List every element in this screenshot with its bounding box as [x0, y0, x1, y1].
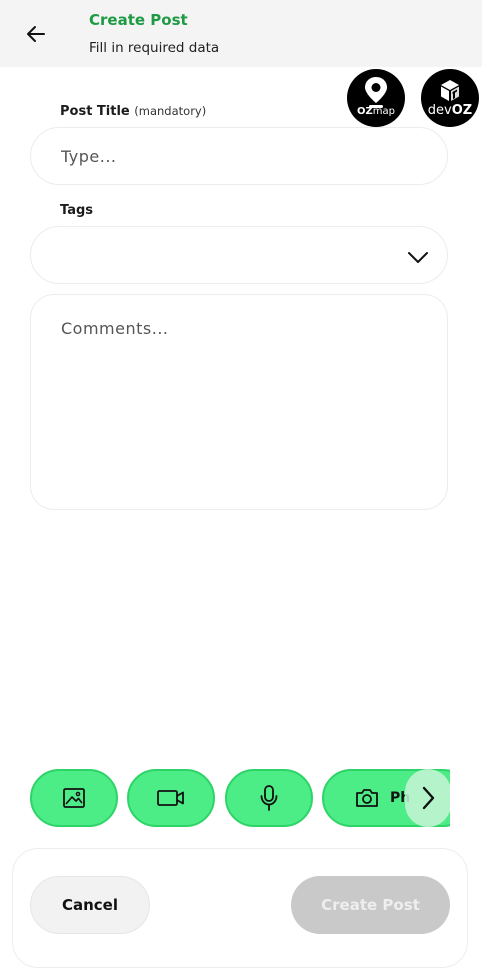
- devoz-badge-text: devOZ: [427, 103, 473, 118]
- post-title-label: Post Title (mandatory): [60, 104, 207, 119]
- scroll-right-button[interactable]: [405, 769, 450, 827]
- microphone-icon: [260, 785, 278, 811]
- image-icon: [63, 788, 85, 808]
- page-subtitle: Fill in required data: [89, 40, 220, 56]
- ozmap-badge[interactable]: OZmap: [347, 69, 405, 127]
- box-icon: [441, 80, 459, 101]
- tags-label: Tags: [60, 203, 94, 218]
- page-title: Create Post: [89, 11, 188, 29]
- tags-dropdown[interactable]: [30, 226, 448, 284]
- location-pin-icon: [365, 77, 387, 108]
- header: Create Post Fill in required data: [0, 0, 482, 67]
- post-title-input[interactable]: [30, 127, 448, 185]
- media-toolbar: Ph: [30, 769, 450, 827]
- chevron-down-icon: [408, 252, 428, 263]
- ozmap-badge-text: OZmap: [357, 106, 395, 117]
- camera-icon: [356, 789, 378, 807]
- comments-input[interactable]: [30, 294, 448, 510]
- add-video-button[interactable]: [127, 769, 215, 827]
- create-post-button[interactable]: Create Post: [291, 876, 450, 934]
- add-image-button[interactable]: [30, 769, 118, 827]
- back-button[interactable]: [22, 20, 50, 48]
- mandatory-hint: (mandatory): [134, 104, 207, 118]
- arrow-left-icon: [27, 26, 45, 42]
- devoz-badge[interactable]: devOZ: [421, 69, 479, 127]
- record-audio-button[interactable]: [225, 769, 313, 827]
- cancel-button[interactable]: Cancel: [30, 876, 150, 934]
- video-icon: [157, 790, 184, 806]
- chevron-right-icon: [422, 786, 435, 810]
